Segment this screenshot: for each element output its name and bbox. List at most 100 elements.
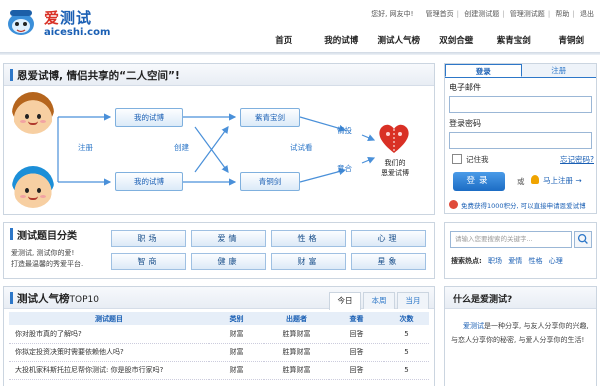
top-link-logout[interactable]: 退出 — [580, 10, 594, 18]
hot-term-love[interactable]: 爱情 — [508, 257, 522, 265]
col-header-view: 查看 — [329, 312, 384, 325]
password-field[interactable] — [449, 132, 592, 149]
top-link-create-test[interactable]: 创建测试题 — [464, 10, 499, 18]
mascot-logo-icon — [8, 10, 34, 35]
category-header: 测试题目分类 爱测试, 测试你的爱! 打造最温馨的秀爱平台. — [4, 223, 108, 278]
flow-label-register: 注册 — [78, 143, 93, 152]
col-header-title: 测试题目 — [9, 312, 209, 325]
email-label: 电子邮件 — [449, 83, 481, 92]
hero-title-bar: 恩爱试博, 情侣共享的“二人空间”! — [4, 64, 434, 86]
ranking-title: 测试人气榜TOP10 — [17, 293, 99, 305]
hero-panel: 恩爱试博, 情侣共享的“二人空间”! — [3, 63, 435, 215]
test-category: 财富 — [209, 361, 264, 380]
about-title-bar: 什么是爱测试? — [445, 287, 596, 309]
search-input[interactable]: 请输入您要搜索的关键字... — [450, 231, 572, 248]
answer-link[interactable]: 回答 — [329, 343, 384, 362]
tab-register[interactable]: 注册 — [521, 64, 596, 77]
hot-term-career[interactable]: 职场 — [488, 257, 502, 265]
remember-label: 记住我 — [466, 155, 489, 164]
category-panel: 测试题目分类 爱测试, 测试你的爱! 打造最温馨的秀爱平台. 职场 爱情 性格 … — [3, 222, 435, 279]
boy-avatar-icon — [12, 166, 54, 208]
logo-chinese-text: 爱测试 — [44, 9, 93, 27]
title-accent-bar — [10, 69, 13, 81]
hot-term-personality[interactable]: 性格 — [529, 257, 543, 265]
top-link-manage-tests[interactable]: 管理测试题 — [510, 10, 545, 18]
logo-domain-text: aiceshi.com — [44, 27, 111, 38]
category-career[interactable]: 职场 — [111, 230, 186, 247]
answer-count: 5 — [384, 325, 429, 344]
about-brand[interactable]: 爱测试 — [463, 322, 484, 330]
login-tabs: 登录 注册 — [445, 64, 596, 78]
flow-label-match: 意合 — [337, 164, 352, 173]
flow-label-love: 情投 — [337, 126, 352, 135]
hot-term-psychology[interactable]: 心理 — [549, 257, 563, 265]
table-header-row: 测试题目 类别 出题者 查看 次数 — [9, 312, 429, 325]
about-panel: 什么是爱测试? 爱测试是一种分享, 与友人分享你的兴趣, 与恋人分享你的秘密, … — [444, 286, 597, 386]
main-nav: 首页 我的试博 测试人气榜 双剑合璧 紫青宝剑 青铜剑 — [255, 30, 600, 52]
title-accent-bar — [10, 292, 13, 304]
search-panel: 请输入您要搜索的关键字... 搜索热点: 职场 爱情 性格 心理 — [444, 222, 597, 279]
search-icon — [577, 233, 588, 244]
test-title-link[interactable]: 你对股市真的了解吗? — [9, 325, 209, 344]
nav-double-sword[interactable]: 双剑合璧 — [428, 30, 486, 52]
greeting-text: 您好, 网友中! — [371, 10, 414, 18]
category-wealth[interactable]: 财富 — [271, 253, 346, 270]
test-author[interactable]: 胜算财富 — [264, 343, 329, 362]
ranking-panel: 测试人气榜TOP10 今日 本周 当月 测试题目 类别 出题者 查看 次数 你对… — [3, 286, 435, 386]
nav-popular-tests[interactable]: 测试人气榜 — [370, 30, 428, 52]
tab-today[interactable]: 今日 — [329, 292, 361, 310]
category-personality[interactable]: 性格 — [271, 230, 346, 247]
answer-count: 5 — [384, 343, 429, 362]
tab-this-week[interactable]: 本周 — [363, 292, 395, 309]
col-header-author: 出题者 — [264, 312, 329, 325]
hot-search-row: 搜索热点: 职场 爱情 性格 心理 — [451, 256, 567, 266]
register-now-link[interactable]: 马上注册 → — [543, 175, 582, 186]
flow-label-create: 创建 — [174, 143, 189, 152]
category-love[interactable]: 爱情 — [191, 230, 266, 247]
tab-login[interactable]: 登录 — [445, 64, 522, 77]
top-link-help[interactable]: 帮助 — [555, 10, 569, 18]
login-button[interactable]: 登录 — [453, 172, 505, 191]
category-health[interactable]: 健康 — [191, 253, 266, 270]
email-field[interactable] — [449, 96, 592, 113]
flow-my-blog-top[interactable]: 我的试博 — [115, 108, 183, 127]
girl-avatar-icon — [12, 92, 54, 134]
tab-this-month[interactable]: 当月 — [397, 292, 429, 309]
col-header-category: 类别 — [209, 312, 264, 325]
site-logo[interactable]: 爱测试 aiceshi.com — [6, 3, 110, 45]
test-author[interactable]: 胜算财富 — [264, 361, 329, 380]
hero-title: 恩爱试博, 情侣共享的“二人空间”! — [17, 70, 180, 82]
test-category: 财富 — [209, 343, 264, 362]
col-header-count: 次数 — [384, 312, 429, 325]
flow-my-blog-bottom[interactable]: 我的试博 — [115, 172, 183, 191]
category-psychology[interactable]: 心理 — [351, 230, 426, 247]
category-desc: 爱测试, 测试你的爱! 打造最温馨的秀爱平台. — [11, 249, 84, 268]
about-text: 爱测试是一种分享, 与友人分享你的兴趣, 与恋人分享你的秘密, 与爱人分享你的生… — [451, 322, 589, 344]
ranking-table: 测试题目 类别 出题者 查看 次数 你对股市真的了解吗? 财富 胜算财富 回答 … — [9, 312, 429, 380]
password-label: 登录密码 — [449, 119, 481, 128]
answer-link[interactable]: 回答 — [329, 361, 384, 380]
table-row: 大投机家科斯托拉尼帮你测试: 你是股市行家吗? 财富 胜算财富 回答 5 — [9, 361, 429, 380]
category-title: 测试题目分类 — [17, 231, 77, 242]
test-author[interactable]: 胜算财富 — [264, 325, 329, 344]
gift-icon — [449, 200, 458, 209]
nav-my-blog[interactable]: 我的试博 — [313, 30, 371, 52]
category-grid: 职场 爱情 性格 心理 智商 健康 财富 星象 — [111, 230, 431, 270]
promo-link[interactable]: 免费获得1000积分, 可以直接申请恩爱试博 — [461, 200, 597, 210]
couple-heart-icon — [379, 124, 409, 153]
category-astrology[interactable]: 星象 — [351, 253, 426, 270]
category-iq[interactable]: 智商 — [111, 253, 186, 270]
nav-home[interactable]: 首页 — [255, 30, 313, 52]
nav-bronze-sword[interactable]: 青铜剑 — [543, 30, 600, 52]
test-title-link[interactable]: 你拟定投资决策时需要依赖他人吗? — [9, 343, 209, 362]
nav-purple-sword[interactable]: 紫青宝剑 — [485, 30, 543, 52]
top-link-admin-home[interactable]: 管理首页 — [426, 10, 454, 18]
remember-checkbox[interactable] — [452, 154, 462, 164]
top-links-bar: 您好, 网友中! 管理首页 | 创建测试题 | 管理测试题 | 帮助 | 退出 — [371, 10, 594, 18]
flow-purple-sword[interactable]: 紫青宝剑 — [240, 108, 300, 127]
flow-bronze-sword[interactable]: 青铜剑 — [240, 172, 300, 191]
test-title-link[interactable]: 大投机家科斯托拉尼帮你测试: 你是股市行家吗? — [9, 361, 209, 380]
answer-link[interactable]: 回答 — [329, 325, 384, 344]
search-button[interactable] — [574, 231, 592, 248]
forgot-password-link[interactable]: 忘记密码? — [560, 154, 594, 165]
